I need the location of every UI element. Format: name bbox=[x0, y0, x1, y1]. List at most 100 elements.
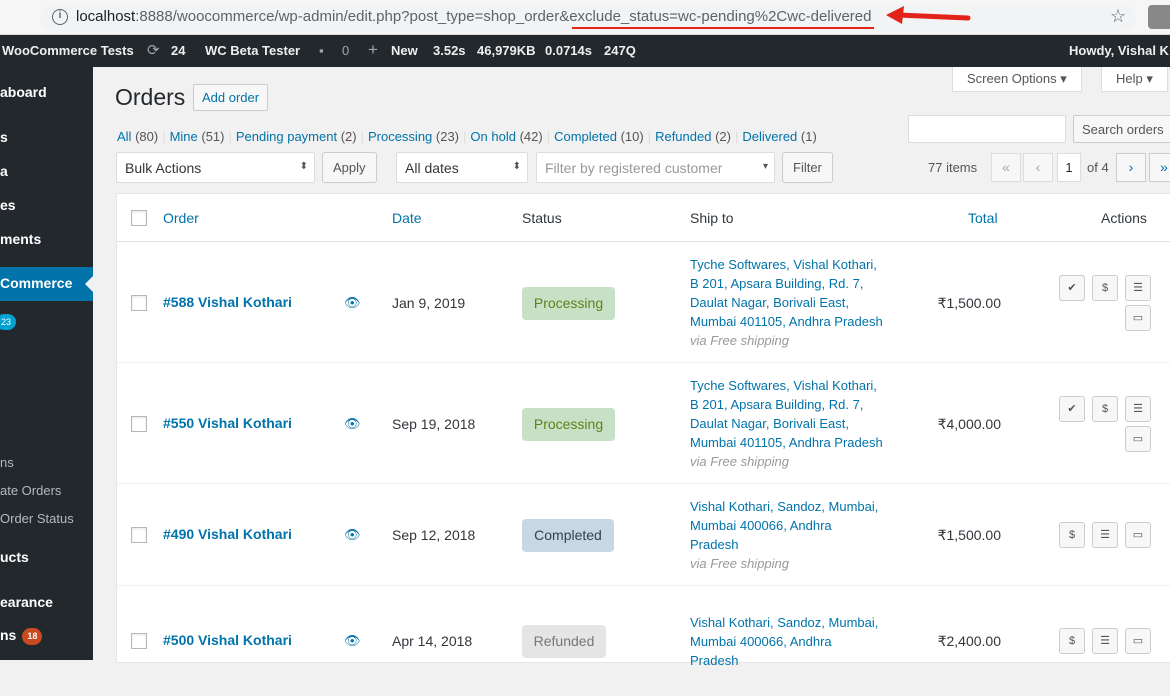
menu-dashboard[interactable]: aboard bbox=[0, 84, 47, 100]
preview-eye-icon[interactable]: 👁 bbox=[344, 527, 361, 543]
next-page-button[interactable]: › bbox=[1116, 153, 1146, 182]
query-monitor-time[interactable]: 3.52s bbox=[433, 43, 466, 58]
ship-to-address[interactable]: Tyche Softwares, Vishal Kothari, B 201, A… bbox=[690, 376, 900, 471]
column-total[interactable]: Total bbox=[968, 210, 998, 226]
complete-action-icon[interactable]: ✔ bbox=[1059, 275, 1085, 301]
row-checkbox[interactable] bbox=[131, 633, 147, 649]
menu-pages[interactable]: es bbox=[0, 197, 16, 213]
help-button[interactable]: Help ▾ bbox=[1101, 67, 1168, 92]
select-all-checkbox[interactable] bbox=[131, 210, 147, 226]
row-checkbox[interactable] bbox=[131, 415, 147, 432]
menu-products[interactable]: ucts bbox=[0, 549, 29, 565]
preview-eye-icon[interactable]: 👁 bbox=[344, 416, 361, 432]
info-icon[interactable]: i bbox=[52, 9, 68, 25]
site-name[interactable]: WooCommerce Tests bbox=[2, 43, 134, 58]
status-link[interactable]: Mine bbox=[170, 129, 198, 144]
new-menu[interactable]: New bbox=[391, 43, 418, 58]
row-checkbox[interactable] bbox=[131, 294, 147, 311]
new-icon[interactable]: + bbox=[368, 40, 378, 60]
invoice-action-icon[interactable]: $ bbox=[1059, 628, 1085, 654]
address-line: Tyche Softwares, Vishal Kothari, bbox=[690, 378, 877, 393]
customer-filter-select[interactable]: Filter by registered customer ▾ bbox=[536, 152, 775, 183]
table-row[interactable]: #500 Vishal Kothari 👁 Apr 14, 2018 Refunded… bbox=[117, 586, 1170, 696]
bookmark-star-icon[interactable]: ☆ bbox=[1110, 6, 1126, 27]
browser-toolbar: i localhost:8888/woocommerce/wp-admin/ed… bbox=[0, 0, 1170, 35]
date-filter-select[interactable]: All dates ⬍ bbox=[396, 152, 528, 183]
last-page-button[interactable]: » bbox=[1149, 153, 1170, 182]
table-row[interactable]: #490 Vishal Kothari 👁 Sep 12, 2018 Complete… bbox=[117, 484, 1170, 586]
main-content: Screen Options ▾ Help ▾ Orders Add order… bbox=[93, 67, 1170, 696]
address-line: Daulat Nagar, Borivali East, bbox=[690, 295, 849, 310]
status-link[interactable]: Processing bbox=[368, 129, 432, 144]
preview-eye-icon[interactable]: 👁 bbox=[344, 633, 361, 649]
preview-eye-icon[interactable]: 👁 bbox=[344, 295, 361, 311]
order-link[interactable]: #490 Vishal Kothari bbox=[163, 526, 292, 542]
address-line: B 201, Apsara Building, Rd. 7, bbox=[690, 276, 864, 291]
packing-slip-action-icon[interactable]: ▭ bbox=[1125, 305, 1151, 331]
query-monitor-memory[interactable]: 46,979KB bbox=[477, 43, 536, 58]
status-link[interactable]: Refunded bbox=[655, 129, 711, 144]
menu-comments[interactable]: ments bbox=[0, 231, 41, 247]
menu-appearance[interactable]: earance bbox=[0, 594, 53, 610]
profile-avatar[interactable] bbox=[1148, 5, 1170, 29]
status-link[interactable]: On hold bbox=[470, 129, 516, 144]
order-link[interactable]: #550 Vishal Kothari bbox=[163, 415, 292, 431]
view-action-icon[interactable]: ☰ bbox=[1092, 628, 1118, 654]
column-date[interactable]: Date bbox=[392, 210, 422, 226]
red-arrow-annotation bbox=[886, 6, 971, 24]
updates-icon[interactable]: ⟳ bbox=[147, 41, 160, 59]
apply-button[interactable]: Apply bbox=[322, 152, 377, 183]
menu-plugins[interactable]: ns 18 bbox=[0, 627, 43, 645]
separator: | bbox=[360, 129, 364, 144]
column-order[interactable]: Order bbox=[163, 210, 199, 226]
query-monitor-qtime[interactable]: 0.0714s bbox=[545, 43, 592, 58]
status-link[interactable]: Pending payment bbox=[236, 129, 337, 144]
plugin-menu[interactable]: WC Beta Tester bbox=[205, 43, 300, 58]
select-arrows-icon: ⬍ bbox=[299, 161, 308, 172]
howdy-user[interactable]: Howdy, Vishal K bbox=[1069, 43, 1169, 58]
bulk-actions-select[interactable]: Bulk Actions ⬍ bbox=[116, 152, 315, 183]
ship-to-address[interactable]: Tyche Softwares, Vishal Kothari, B 201, A… bbox=[690, 255, 900, 350]
status-link[interactable]: Completed bbox=[554, 129, 617, 144]
packing-slip-action-icon[interactable]: ▭ bbox=[1125, 426, 1151, 452]
menu-posts[interactable]: s bbox=[0, 129, 8, 145]
submenu-item-2[interactable]: ate Orders bbox=[0, 483, 61, 498]
status-link[interactable]: All bbox=[117, 129, 131, 144]
comments-icon[interactable]: ▪ bbox=[319, 43, 324, 58]
menu-media[interactable]: a bbox=[0, 163, 8, 179]
separator: | bbox=[647, 129, 652, 144]
table-row[interactable]: #550 Vishal Kothari 👁 Sep 19, 2018 Processi… bbox=[117, 363, 1170, 484]
invoice-action-icon[interactable]: $ bbox=[1092, 275, 1118, 301]
ship-to-address[interactable]: Vishal Kothari, Sandoz, Mumbai, Mumbai 40… bbox=[690, 613, 900, 670]
search-orders-button[interactable]: Search orders bbox=[1073, 115, 1170, 143]
updates-count[interactable]: 24 bbox=[171, 43, 185, 58]
current-page-input[interactable]: 1 bbox=[1057, 153, 1081, 182]
complete-action-icon[interactable]: ✔ bbox=[1059, 396, 1085, 422]
filter-button[interactable]: Filter bbox=[782, 152, 833, 183]
invoice-action-icon[interactable]: $ bbox=[1092, 396, 1118, 422]
order-link[interactable]: #500 Vishal Kothari bbox=[163, 632, 292, 648]
packing-slip-action-icon[interactable]: ▭ bbox=[1125, 522, 1151, 548]
screen-options-button[interactable]: Screen Options ▾ bbox=[952, 67, 1082, 92]
table-row[interactable]: #588 Vishal Kothari 👁 Jan 9, 2019 Processin… bbox=[117, 242, 1170, 363]
view-action-icon[interactable]: ☰ bbox=[1125, 275, 1151, 301]
order-link[interactable]: #588 Vishal Kothari bbox=[163, 294, 292, 310]
ship-to-address[interactable]: Vishal Kothari, Sandoz, Mumbai, Mumbai 40… bbox=[690, 497, 900, 573]
submenu-item-3[interactable]: Order Status bbox=[0, 511, 74, 526]
packing-slip-action-icon[interactable]: ▭ bbox=[1125, 628, 1151, 654]
order-total: ₹1,500.00 bbox=[937, 527, 1001, 543]
url-text[interactable]: localhost:8888/woocommerce/wp-admin/edit… bbox=[76, 8, 871, 25]
row-checkbox[interactable] bbox=[131, 527, 147, 543]
status-link[interactable]: Delivered bbox=[742, 129, 797, 144]
status-count: (2) bbox=[711, 129, 731, 144]
status-count: (10) bbox=[616, 129, 644, 144]
search-input[interactable] bbox=[908, 115, 1066, 143]
view-action-icon[interactable]: ☰ bbox=[1125, 396, 1151, 422]
submenu-item-1[interactable]: ns bbox=[0, 455, 14, 470]
comments-count[interactable]: 0 bbox=[342, 43, 349, 58]
query-monitor-queries[interactable]: 247Q bbox=[604, 43, 636, 58]
add-order-button[interactable]: Add order bbox=[193, 84, 269, 111]
menu-woocommerce[interactable]: Commerce bbox=[0, 267, 93, 301]
invoice-action-icon[interactable]: $ bbox=[1059, 522, 1085, 548]
view-action-icon[interactable]: ☰ bbox=[1092, 522, 1118, 548]
